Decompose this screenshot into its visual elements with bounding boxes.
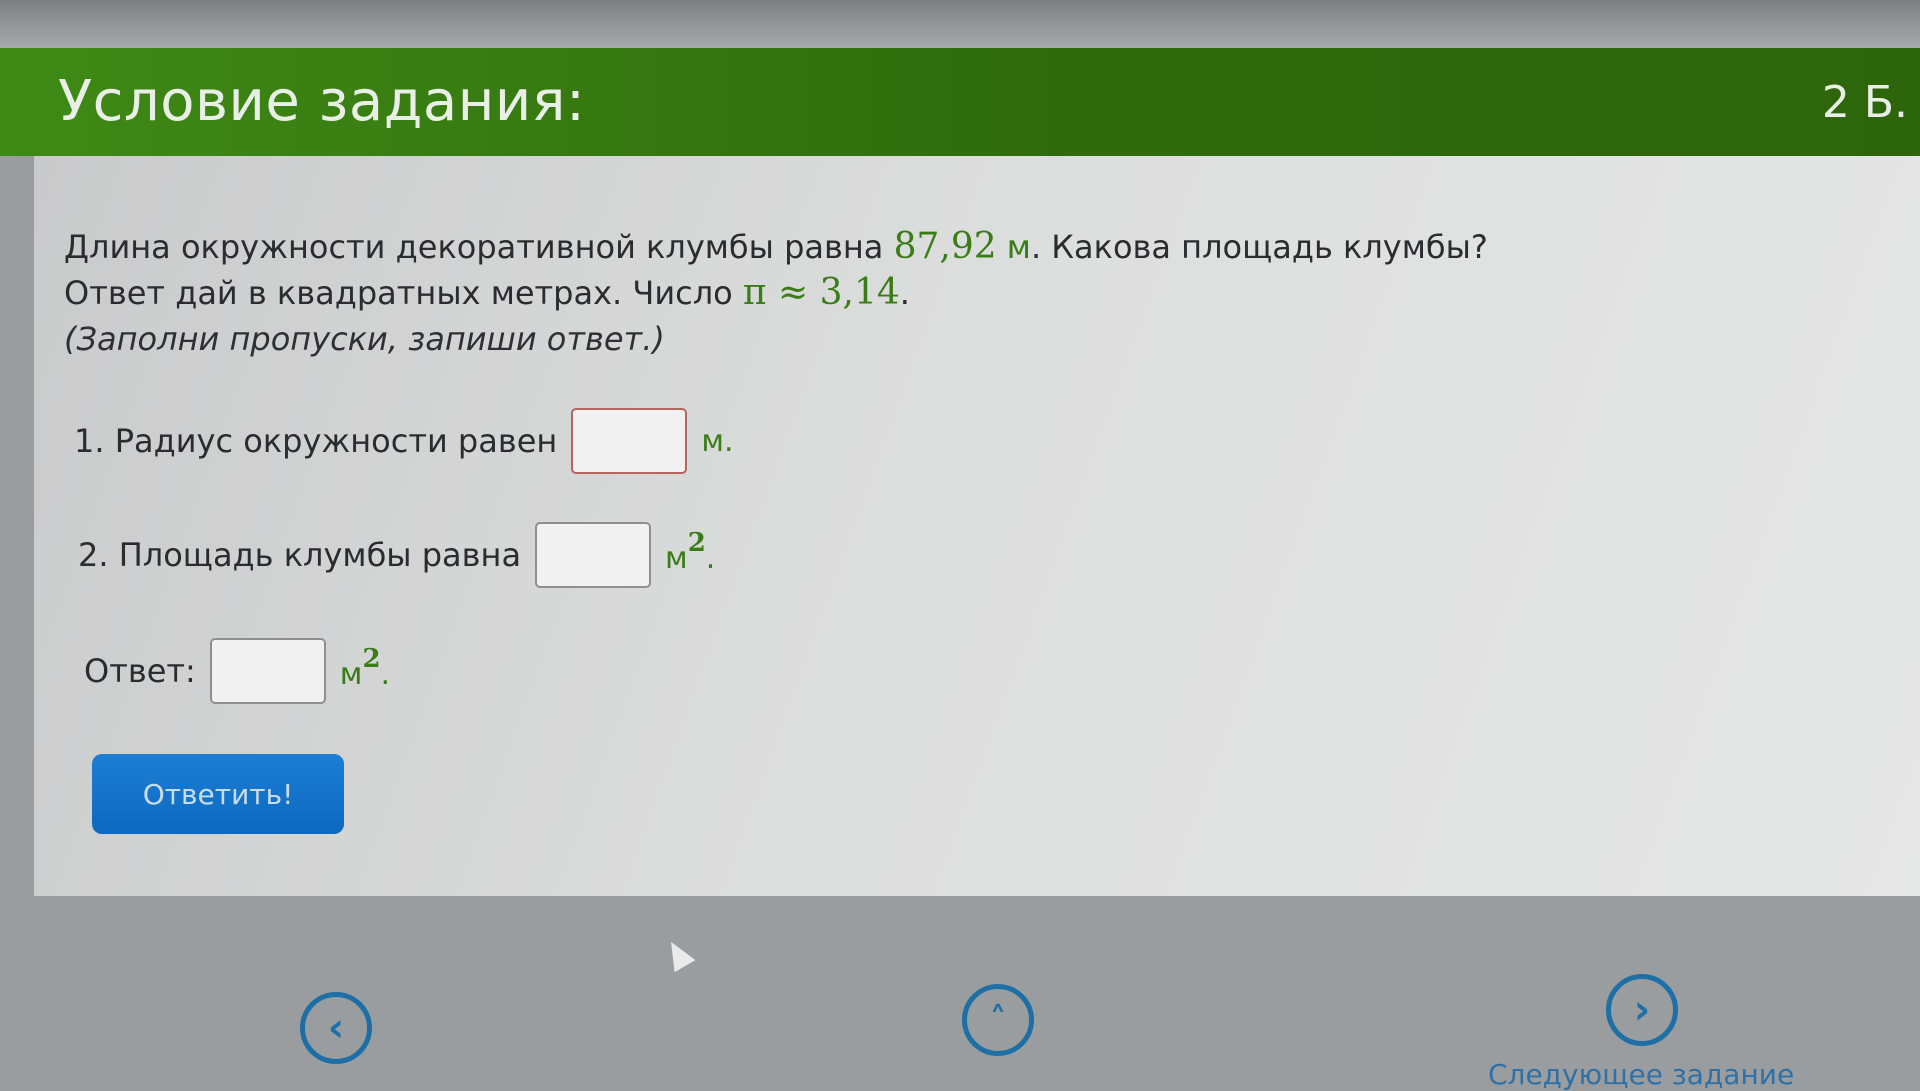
radius-unit-end: . — [723, 423, 734, 459]
scroll-up-button[interactable]: ˄ — [962, 984, 1034, 1056]
final-answer-unit-sup: 2 — [362, 644, 381, 674]
area-input[interactable] — [535, 522, 652, 588]
problem-line-1-end: . Какова площадь клумбы? — [1030, 228, 1488, 266]
browser-top-strip — [0, 0, 1920, 48]
task-title: Условие задания: — [58, 69, 586, 134]
prev-task-button[interactable]: ‹ — [300, 992, 372, 1064]
length-value: 87,92 — [893, 226, 997, 267]
problem-line-2-start: Ответ дай в квадратных метрах. Число — [64, 274, 733, 312]
step-area-label: 2. Площадь клумбы равна — [78, 536, 522, 574]
final-answer-unit-end: . — [380, 657, 391, 692]
chevron-left-icon: ‹ — [327, 1005, 345, 1051]
area-unit-sup: 2 — [687, 528, 706, 558]
area-unit: м2. — [665, 528, 716, 576]
chevron-right-icon: › — [1633, 987, 1651, 1033]
submit-button[interactable]: Ответить! — [92, 754, 344, 834]
problem-line-1-start: Длина окружности декоративной клумбы рав… — [64, 228, 884, 266]
step-radius: 1. Радиус окружности равен м. — [74, 408, 734, 474]
radius-unit: м. — [701, 424, 733, 459]
problem-hint: (Заполни пропуски, запиши ответ.) — [64, 320, 665, 358]
final-answer-unit: м2. — [339, 644, 391, 692]
step-area: 2. Площадь клумбы равна м2. — [78, 522, 715, 588]
task-header: Условие задания: 2 Б. — [0, 48, 1920, 156]
chevron-up-icon: ˄ — [989, 1000, 1007, 1040]
mouse-cursor-icon — [660, 935, 696, 973]
problem-text: Длина окружности декоративной клумбы рав… — [64, 224, 1564, 362]
final-answer-unit-text: м — [339, 657, 363, 692]
radius-input[interactable] — [571, 408, 688, 474]
radius-unit-text: м — [701, 423, 724, 459]
pi-expression: π ≈ 3,14 — [742, 272, 900, 313]
area-unit-text: м — [665, 541, 688, 576]
step-radius-label: 1. Радиус окружности равен — [74, 422, 558, 460]
final-answer: Ответ: м2. — [84, 638, 390, 704]
area-unit-end: . — [705, 541, 716, 576]
final-answer-label: Ответ: — [84, 652, 196, 690]
problem-line-2-end: . — [899, 274, 910, 312]
final-answer-input[interactable] — [209, 638, 326, 704]
problem-line-1: Длина окружности декоративной клумбы рав… — [64, 224, 1564, 270]
next-task-button[interactable]: › — [1606, 974, 1678, 1046]
length-unit: м — [1006, 228, 1031, 266]
problem-line-2: Ответ дай в квадратных метрах. Число π ≈… — [64, 270, 1564, 316]
next-task-link[interactable]: Следующее задание — [1488, 1058, 1794, 1091]
task-points: 2 Б. — [1821, 77, 1908, 128]
